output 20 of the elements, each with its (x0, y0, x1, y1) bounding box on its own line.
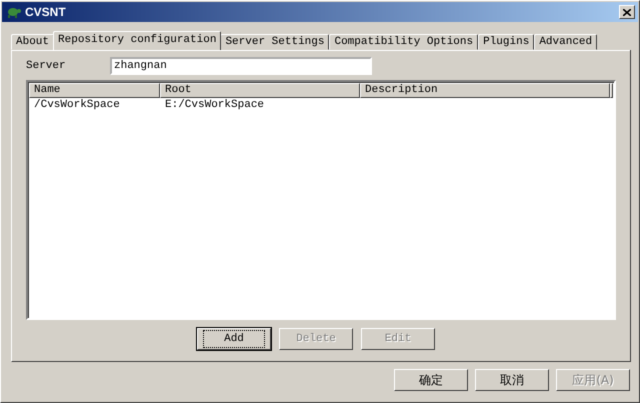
tab[interactable]: Repository configuration (53, 31, 222, 50)
server-label: Server (26, 60, 67, 72)
list-button[interactable]: Add (197, 328, 271, 350)
tab[interactable]: Compatibility Options (329, 34, 478, 50)
dialog-button[interactable]: 取消 (475, 369, 549, 391)
close-icon (623, 8, 631, 16)
column-header[interactable]: Root (160, 83, 360, 98)
window-title: CVSNT (25, 5, 67, 19)
server-field[interactable]: zhangnan (110, 57, 372, 75)
tab[interactable]: Plugins (478, 34, 534, 50)
close-button[interactable] (619, 5, 635, 19)
tab[interactable]: Advanced (534, 34, 598, 50)
dialog-button[interactable]: 确定 (394, 369, 468, 391)
column-header[interactable]: Name (29, 83, 160, 98)
table-cell: /CvsWorkSpace (34, 99, 120, 111)
column-header[interactable]: Description (360, 83, 610, 98)
tab[interactable]: About (11, 34, 54, 50)
turtle-icon (5, 6, 21, 18)
table-cell: E:/CvsWorkSpace (165, 99, 264, 111)
tab[interactable]: Server Settings (220, 34, 330, 50)
